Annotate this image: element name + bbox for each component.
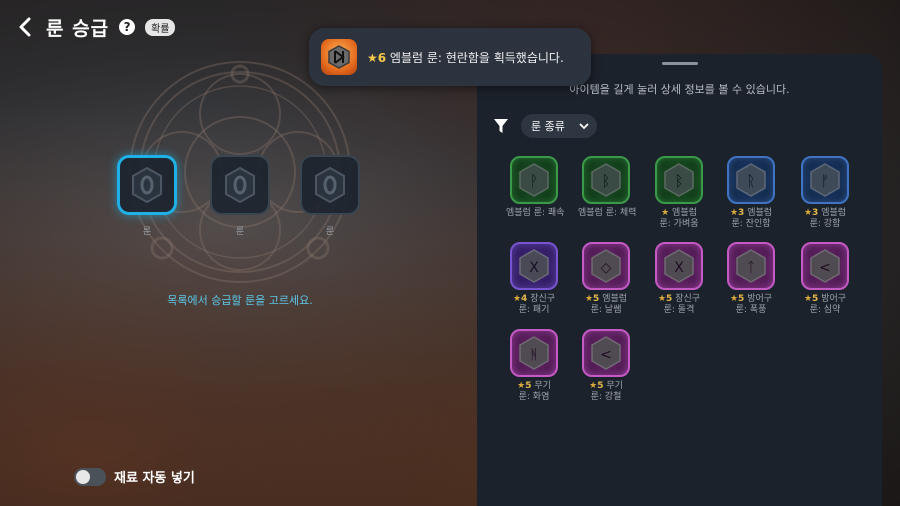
slot-label: 룬 — [235, 227, 245, 237]
rune-icon: X — [655, 242, 703, 290]
filter-icon[interactable] — [493, 118, 509, 134]
svg-text:ᚱ: ᚱ — [746, 172, 755, 190]
rune-caption: ★3 엠블럼 룬: 강함 — [803, 208, 847, 229]
auto-fill-toggle[interactable]: 재료 자동 넣기 — [74, 467, 195, 486]
slot-label: 룬 — [325, 227, 335, 237]
rune-caption: ★ 엠블럼 룬: 가벼움 — [659, 208, 699, 229]
rune-icon: X — [510, 242, 558, 290]
back-button[interactable] — [14, 14, 36, 40]
rune-icon: < — [582, 329, 630, 377]
rune-caption: ★5 방어구 룬: 심약 — [803, 294, 847, 315]
upgrade-slot-2[interactable] — [210, 155, 270, 215]
toggle-switch[interactable] — [74, 467, 106, 486]
rune-caption: ★5 장신구 룬: 돌격 — [657, 294, 701, 315]
rune-icon: ᛒ — [655, 156, 703, 204]
probability-button[interactable]: 확률 — [145, 18, 176, 36]
svg-text:<: < — [819, 260, 831, 276]
svg-text:ᚠ: ᚠ — [820, 172, 829, 190]
header: 룬 승급 ? 확률 — [14, 12, 176, 42]
page-title: 룬 승급 — [46, 17, 110, 40]
acquisition-toast: ★6 엠블럼 룬: 현란함을 획득했습니다. — [309, 28, 591, 86]
empty-rune-icon — [132, 166, 162, 204]
svg-text:ᚹ: ᚹ — [529, 172, 538, 190]
rune-type-dropdown[interactable]: 룬 종류 — [521, 114, 597, 138]
empty-rune-icon — [315, 166, 345, 204]
rune-emblem-icon — [321, 39, 357, 75]
panel-drag-handle[interactable] — [662, 62, 698, 65]
rune-caption: ★5 엠블럼 룬: 날쌤 — [584, 294, 628, 315]
chevron-down-icon — [579, 123, 589, 130]
toast-message: ★6 엠블럼 룬: 현란함을 획득했습니다. — [367, 50, 564, 65]
instruction-text: 목록에서 승급할 룬을 고르세요. — [167, 294, 313, 307]
rune-icon: ◇ — [582, 242, 630, 290]
rune-caption: ★5 방어구 룬: 폭풍 — [729, 294, 773, 315]
rune-item[interactable]: X ★5 장신구 룬: 돌격 — [651, 242, 707, 316]
rune-caption: 엠블럼 룬: 체력 — [578, 208, 637, 218]
svg-text:X: X — [529, 260, 539, 276]
rune-item[interactable]: ᚠ ★3 엠블럼 룬: 강함 — [797, 156, 853, 230]
rune-icon: ᛒ — [582, 156, 630, 204]
rune-item[interactable]: ᛏ ★5 방어구 룬: 폭풍 — [723, 242, 779, 316]
slot-label: 룬 — [142, 227, 152, 237]
toggle-knob — [76, 469, 90, 484]
rune-icon: ᚠ — [801, 156, 849, 204]
upgrade-slot-1[interactable] — [117, 155, 177, 215]
rune-caption: ★3 엠블럼 룬: 잔인함 — [729, 208, 773, 229]
svg-text:ᚻ: ᚻ — [530, 347, 538, 363]
chevron-left-icon — [19, 17, 31, 37]
svg-text:<: < — [600, 347, 612, 363]
rune-item[interactable]: ᚹ 엠블럼 룬: 쾌속 — [506, 156, 565, 219]
svg-text:ᛒ: ᛒ — [674, 172, 683, 190]
rune-icon: ᚻ — [510, 329, 558, 377]
rune-item[interactable]: < ★5 무기 룬: 강철 — [578, 329, 634, 403]
rune-item[interactable]: ᛒ ★ 엠블럼 룬: 가벼움 — [651, 156, 707, 230]
svg-text:ᛏ: ᛏ — [747, 260, 755, 276]
rune-item[interactable]: X ★4 장신구 룬: 패기 — [506, 242, 562, 316]
rune-caption: ★4 장신구 룬: 패기 — [512, 294, 556, 315]
rune-icon: ᚱ — [727, 156, 775, 204]
help-button[interactable]: ? — [119, 19, 136, 35]
svg-text:◇: ◇ — [601, 260, 612, 276]
svg-text:ᛒ: ᛒ — [601, 172, 610, 190]
empty-rune-icon — [225, 166, 255, 204]
rune-icon: ᛏ — [727, 242, 775, 290]
rune-item[interactable]: ᚱ ★3 엠블럼 룬: 잔인함 — [723, 156, 779, 230]
rune-item[interactable]: < ★5 방어구 룬: 심약 — [797, 242, 853, 316]
upgrade-slot-3[interactable] — [300, 155, 360, 215]
rune-caption: 엠블럼 룬: 쾌속 — [506, 208, 565, 218]
rune-icon: ᚹ — [510, 156, 558, 204]
rune-item[interactable]: ᚻ ★5 무기 룬: 화염 — [506, 329, 562, 403]
rune-icon: < — [801, 242, 849, 290]
rune-caption: ★5 무기 룬: 화염 — [517, 381, 551, 402]
svg-text:X: X — [674, 260, 684, 276]
dropdown-label: 룬 종류 — [531, 120, 565, 133]
auto-fill-label: 재료 자동 넣기 — [114, 471, 195, 486]
rune-item[interactable]: ᛒ 엠블럼 룬: 체력 — [578, 156, 637, 219]
rune-caption: ★5 무기 룬: 강철 — [589, 381, 623, 402]
rune-item[interactable]: ◇ ★5 엠블럼 룬: 날쌤 — [578, 242, 634, 316]
rune-list-panel: 아이템을 길게 눌러 상세 정보를 볼 수 있습니다. 룬 종류 ᚹ 엠블럼 룬… — [477, 54, 882, 506]
